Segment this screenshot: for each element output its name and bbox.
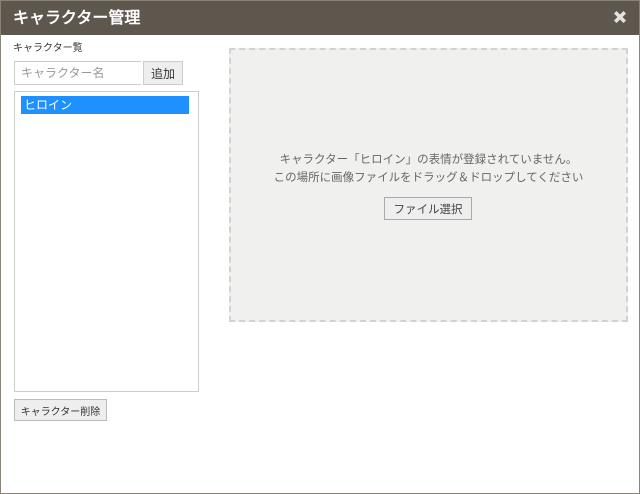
dialog-title: キャラクター管理	[13, 8, 141, 27]
drop-message-line-1: キャラクター「ヒロイン」の表情が登録されていません。	[279, 152, 578, 166]
file-select-button[interactable]: ファイル選択	[384, 197, 472, 220]
character-list[interactable]: ヒロイン	[14, 91, 199, 392]
list-item[interactable]: ヒロイン	[21, 96, 189, 114]
image-drop-zone[interactable]: キャラクター「ヒロイン」の表情が登録されていません。 この場所に画像ファイルをド…	[229, 48, 628, 322]
character-name-input[interactable]	[14, 61, 141, 85]
drop-zone-message: キャラクター「ヒロイン」の表情が登録されていません。 この場所に画像ファイルをド…	[231, 150, 626, 186]
character-manager-dialog: キャラクター管理 キャラクター覧 追加 ヒロイン キャラクター削除 キャラクター…	[0, 0, 640, 494]
delete-character-button[interactable]: キャラクター削除	[14, 399, 107, 421]
drop-message-line-2: この場所に画像ファイルをドラッグ＆ドロップしてください	[273, 170, 584, 184]
add-button[interactable]: 追加	[143, 61, 183, 85]
close-icon[interactable]	[611, 8, 629, 26]
title-bar: キャラクター管理	[1, 1, 639, 35]
character-list-label: キャラクター覧	[13, 43, 83, 54]
